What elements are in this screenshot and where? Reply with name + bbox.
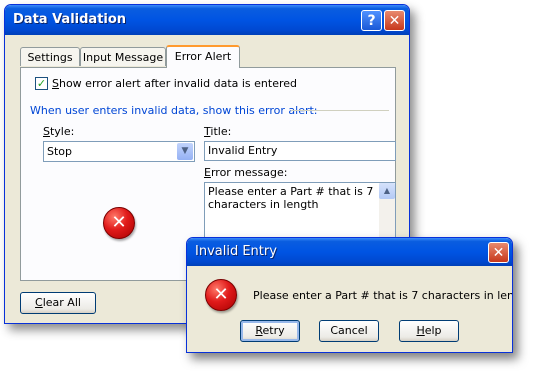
dialog-title: Data Validation bbox=[13, 12, 127, 27]
error-icon: ✕ bbox=[205, 279, 237, 311]
messagebox-title-bar[interactable]: Invalid Entry ✕ bbox=[187, 238, 512, 266]
scroll-up-icon[interactable]: ▲ bbox=[379, 183, 395, 199]
tab-settings[interactable]: Settings bbox=[20, 47, 80, 66]
retry-button[interactable]: Retry bbox=[240, 320, 300, 342]
chevron-down-icon[interactable]: ▼ bbox=[177, 143, 193, 160]
help-button[interactable]: ? bbox=[361, 10, 382, 31]
messagebox-text: Please enter a Part # that is 7 characte… bbox=[253, 289, 513, 302]
error-message-scrollbar[interactable]: ▲ bbox=[379, 183, 395, 243]
section-heading: When user enters invalid data, show this… bbox=[30, 104, 318, 117]
show-alert-label[interactable]: Show error alert after invalid data is e… bbox=[52, 77, 297, 90]
error-message-input[interactable]: Please enter a Part # that is 7 characte… bbox=[204, 182, 396, 244]
tab-input-message[interactable]: Input Message bbox=[80, 47, 166, 66]
show-alert-checkbox[interactable]: ✓ bbox=[35, 77, 48, 90]
clear-all-button[interactable]: Clear All bbox=[20, 292, 96, 314]
error-message-label: Error message: bbox=[204, 166, 288, 179]
messagebox-title: Invalid Entry bbox=[195, 244, 277, 259]
title-input[interactable]: Invalid Entry bbox=[204, 141, 396, 161]
cancel-button[interactable]: Cancel bbox=[319, 320, 379, 342]
tab-error-alert[interactable]: Error Alert bbox=[166, 45, 240, 68]
style-select-value: Stop bbox=[47, 145, 73, 158]
dialog-title-bar[interactable]: Data Validation ? ✕ bbox=[5, 5, 409, 35]
invalid-entry-messagebox: Invalid Entry ✕ ✕ Please enter a Part # … bbox=[186, 237, 513, 353]
close-button[interactable]: ✕ bbox=[384, 10, 405, 31]
messagebox-close-button[interactable]: ✕ bbox=[488, 242, 509, 263]
title-label: Title: bbox=[204, 125, 232, 138]
error-message-text: Please enter a Part # that is 7 characte… bbox=[208, 185, 374, 211]
style-label: Style: bbox=[43, 125, 75, 138]
stop-error-icon: ✕ bbox=[103, 207, 135, 239]
help-button-popup[interactable]: Help bbox=[399, 320, 459, 342]
section-divider bbox=[291, 110, 389, 111]
style-select[interactable]: Stop ▼ bbox=[43, 141, 195, 162]
